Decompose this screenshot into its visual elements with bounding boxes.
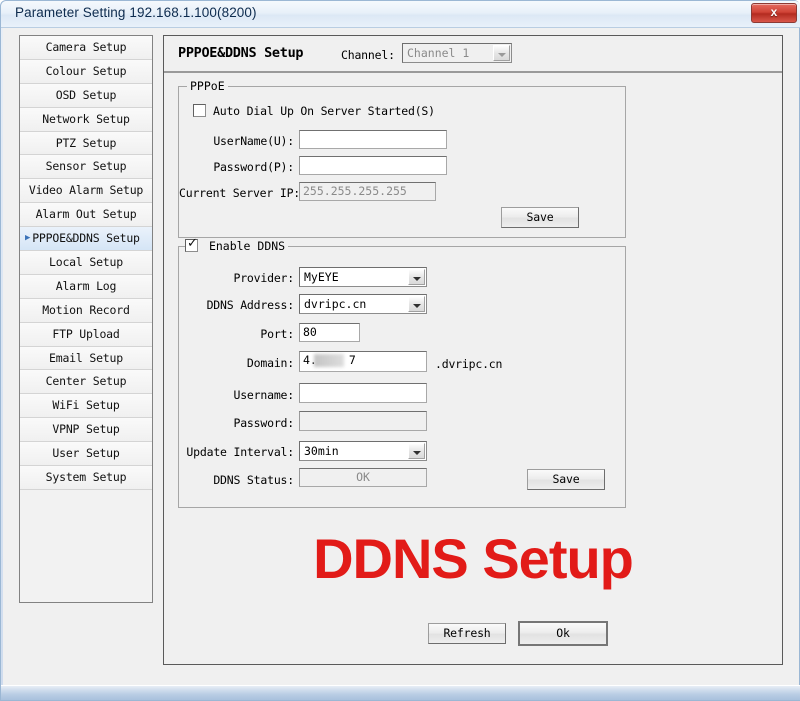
pppoe-save-button[interactable]: Save [501, 207, 579, 228]
enable-ddns-checkbox[interactable]: ✓ [185, 236, 198, 252]
sidebar-item-motion-record[interactable]: Motion Record [20, 298, 152, 323]
window-title: Parameter Setting 192.168.1.100(8200) [15, 5, 257, 20]
ddns-group: ✓ Enable DDNS Provider: MyEYE DDNS Addre… [178, 237, 626, 508]
sidebar-item-colour-setup[interactable]: Colour Setup [20, 59, 152, 84]
title-bar: Parameter Setting 192.168.1.100(8200) x [1, 1, 800, 28]
pppoe-username-label: UserName(U): [213, 134, 294, 148]
redaction-block [314, 354, 344, 367]
sidebar-item-email-setup[interactable]: Email Setup [20, 346, 152, 371]
ddns-update-interval-value: 30min [304, 444, 339, 458]
ddns-address-select[interactable]: dvripc.cn [299, 294, 427, 314]
sidebar-item-sensor-setup[interactable]: Sensor Setup [20, 155, 152, 180]
ddns-username-input[interactable] [299, 383, 427, 403]
chevron-down-icon [408, 443, 425, 459]
sidebar-item-label: OSD Setup [55, 87, 117, 102]
sidebar-item-osd-setup[interactable]: OSD Setup [20, 83, 152, 108]
ddns-domain-input[interactable]: 4. 7 [299, 351, 427, 372]
ddns-address-label: DDNS Address: [206, 298, 295, 312]
selection-arrow-icon: ▶ [25, 233, 31, 244]
pppoe-password-input[interactable] [299, 156, 447, 175]
sidebar-item-label: Center Setup [45, 374, 127, 389]
sidebar-item-label: Motion Record [42, 302, 130, 317]
ddns-status-label: DDNS Status: [213, 473, 294, 487]
ddns-group-title-wrap: ✓ Enable DDNS [185, 236, 289, 253]
content-header: PPPOE&DDNS Setup Channel: Channel 1 [164, 36, 782, 73]
ddns-port-input[interactable]: 80 [299, 323, 360, 342]
sidebar-item-system-setup[interactable]: System Setup [20, 466, 152, 490]
sidebar-item-network-setup[interactable]: Network Setup [20, 107, 152, 132]
sidebar-item-ftp-upload[interactable]: FTP Upload [20, 322, 152, 347]
ddns-update-interval-select[interactable]: 30min [299, 441, 427, 461]
sidebar-item-label: Video Alarm Setup [28, 183, 144, 198]
pppoe-server-ip-value: 255.255.255.255 [299, 182, 436, 201]
ddns-group-title: Enable DDNS [208, 239, 286, 253]
sidebar-item-center-setup[interactable]: Center Setup [20, 370, 152, 395]
sidebar-item-camera-setup[interactable]: Camera Setup [20, 36, 152, 60]
channel-select-value: Channel 1 [407, 46, 470, 60]
ddns-password-label: Password: [233, 416, 294, 430]
close-icon: x [770, 5, 778, 19]
auto-dial-label: Auto Dial Up On Server Started(S) [213, 104, 435, 118]
sidebar-item-ptz-setup[interactable]: PTZ Setup [20, 131, 152, 156]
sidebar-nav-list[interactable]: Camera Setup Colour Setup OSD Setup Netw… [19, 35, 153, 603]
close-button[interactable]: x [751, 3, 797, 23]
sidebar-item-label: Camera Setup [45, 40, 127, 54]
pppoe-server-ip-label: Current Server IP: [179, 186, 301, 200]
ddns-domain-suffix-text: .dvripc.cn [435, 357, 503, 371]
sidebar-item-label: VPNP Setup [52, 422, 120, 437]
sidebar-item-label: Local Setup [49, 255, 123, 270]
sidebar-item-alarm-out-setup[interactable]: Alarm Out Setup [20, 203, 152, 228]
ddns-password-input[interactable] [299, 411, 427, 431]
page-title: PPPOE&DDNS Setup [178, 45, 304, 61]
sidebar-item-label: Sensor Setup [45, 159, 127, 174]
sidebar-item-label: Colour Setup [45, 63, 127, 78]
ddns-address-value: dvripc.cn [304, 297, 367, 311]
pppoe-group-title: PPPoE [187, 79, 228, 93]
refresh-button[interactable]: Refresh [428, 623, 506, 644]
sidebar-item-label: WiFi Setup [52, 398, 120, 413]
content-panel: PPPOE&DDNS Setup Channel: Channel 1 PPPo… [163, 35, 783, 665]
sidebar-item-label: PPPOE&DDNS Setup [32, 231, 140, 246]
ddns-status-value: OK [299, 468, 427, 487]
ddns-update-interval-label: Update Interval: [186, 445, 294, 459]
sidebar-item-label: PTZ Setup [55, 135, 117, 150]
ddns-provider-label: Provider: [233, 271, 294, 285]
ddns-provider-value: MyEYE [304, 270, 339, 284]
ddns-domain-value-suffix: 7 [348, 353, 356, 367]
annotation-text: DDNS Setup [313, 527, 634, 590]
sidebar-item-alarm-log[interactable]: Alarm Log [20, 274, 152, 299]
ddns-save-button[interactable]: Save [527, 469, 605, 490]
chevron-down-icon [493, 45, 510, 61]
auto-dial-checkbox[interactable] [193, 104, 206, 117]
check-icon: ✓ [187, 236, 198, 251]
sidebar-item-vpnp-setup[interactable]: VPNP Setup [20, 418, 152, 443]
sidebar-item-label: User Setup [52, 446, 120, 461]
pppoe-group: PPPoE Auto Dial Up On Server Started(S) … [178, 79, 626, 238]
chevron-down-icon [408, 269, 425, 285]
sidebar-item-label: Alarm Log [55, 278, 117, 293]
application-window: Parameter Setting 192.168.1.100(8200) x … [0, 0, 800, 701]
ddns-username-label: Username: [233, 388, 294, 402]
sidebar-item-label: System Setup [45, 470, 127, 485]
sidebar-item-label: FTP Upload [52, 326, 120, 341]
ddns-domain-label: Domain: [246, 356, 294, 370]
sidebar-item-local-setup[interactable]: Local Setup [20, 251, 152, 275]
ddns-port-label: Port: [260, 327, 294, 341]
sidebar-item-video-alarm-setup[interactable]: Video Alarm Setup [20, 179, 152, 204]
sidebar-item-label: Alarm Out Setup [35, 207, 137, 222]
channel-select[interactable]: Channel 1 [402, 43, 512, 63]
sidebar-item-label: Network Setup [42, 111, 130, 126]
sidebar-item-label: Email Setup [49, 350, 123, 365]
sidebar-item-user-setup[interactable]: User Setup [20, 442, 152, 467]
window-bottom-edge [1, 685, 800, 700]
sidebar-item-pppoe-ddns-setup[interactable]: ▶ PPPOE&DDNS Setup [20, 227, 152, 252]
sidebar-item-wifi-setup[interactable]: WiFi Setup [20, 394, 152, 419]
channel-label: Channel: [341, 48, 395, 62]
pppoe-username-input[interactable] [299, 130, 447, 149]
chevron-down-icon [408, 296, 425, 312]
client-area: Camera Setup Colour Setup OSD Setup Netw… [3, 28, 799, 686]
ok-button[interactable]: Ok [518, 621, 608, 646]
pppoe-password-label: Password(P): [213, 160, 294, 174]
ddns-provider-select[interactable]: MyEYE [299, 267, 427, 287]
